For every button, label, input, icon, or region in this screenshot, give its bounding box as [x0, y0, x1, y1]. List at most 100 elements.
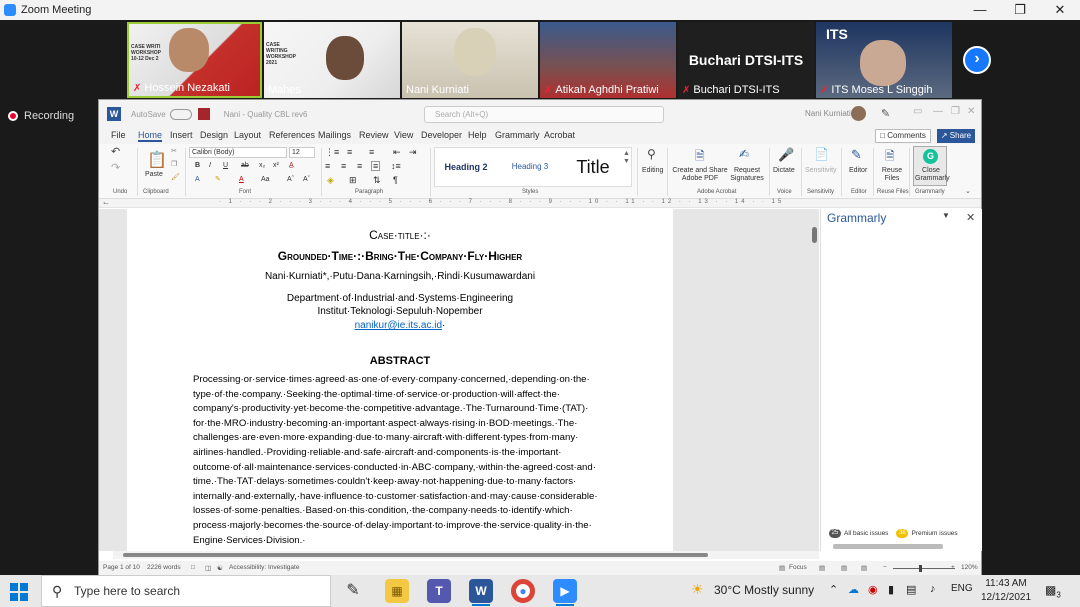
copy-icon[interactable]: ❐ — [171, 161, 177, 169]
text-predictions-icon[interactable]: ◫ — [205, 564, 211, 572]
zoom-level[interactable]: 120% — [961, 564, 978, 571]
create-share-pdf-button[interactable]: Create and Share Adobe PDF — [671, 167, 729, 183]
editing-button[interactable]: Editing — [642, 167, 663, 175]
participant-tile-moses[interactable]: ITS ✗ ITS Moses L Singgih — [816, 22, 952, 98]
word-search-box[interactable]: Search (Alt+Q) — [424, 106, 664, 123]
input-language[interactable]: ENG — [951, 583, 973, 594]
comments-button[interactable]: □ Comments — [875, 129, 931, 143]
underline-icon[interactable]: U — [223, 162, 228, 170]
shading-icon[interactable]: ◈ — [327, 176, 334, 185]
create-pdf-icon[interactable]: 🗎 — [695, 147, 705, 168]
zoom-slider[interactable] — [893, 568, 955, 569]
focus-icon[interactable]: ▤ — [779, 564, 785, 572]
taskbar-search-box[interactable]: ⚲ Type here to search — [41, 575, 331, 607]
focus-mode[interactable]: Focus — [789, 564, 807, 571]
tab-acrobat[interactable]: Acrobat — [544, 130, 575, 140]
bullets-icon[interactable]: ⋮≡ — [325, 148, 339, 157]
undo-icon[interactable]: ↶ — [111, 147, 120, 158]
word-taskbar-icon[interactable]: W — [469, 579, 493, 603]
format-painter-icon[interactable]: 🖌 — [171, 174, 180, 182]
editor-icon[interactable]: ✎ — [851, 147, 862, 163]
page-count[interactable]: Page 1 of 10 — [103, 564, 140, 571]
chevron-up-icon[interactable]: ⌃ — [829, 583, 838, 596]
reuse-files-button[interactable]: Reuse Files — [879, 167, 905, 183]
volume-icon[interactable]: ♪ — [930, 583, 936, 595]
italic-icon[interactable]: I — [209, 162, 211, 170]
zoom-slider-thumb[interactable] — [919, 565, 922, 572]
document-page[interactable]: Case·title·:· Grounded·Time·:·Bring·The·… — [127, 209, 673, 551]
teams-icon[interactable]: T — [427, 579, 451, 603]
chrome-icon[interactable]: ● — [511, 579, 535, 603]
decrease-indent-icon[interactable]: ⇤ — [393, 148, 401, 157]
close-icon[interactable]: ✕ — [966, 211, 975, 224]
styles-gallery[interactable]: Heading 2 Heading 3 Title — [434, 147, 632, 187]
email-link[interactable]: nanikur@ie.its.ac.id — [355, 320, 442, 331]
bold-icon[interactable]: B — [195, 162, 200, 170]
chevron-down-icon[interactable]: ▼ — [942, 211, 950, 220]
avatar[interactable] — [851, 106, 866, 121]
onedrive-icon[interactable]: ☁ — [848, 583, 859, 596]
vertical-scrollbar[interactable] — [812, 227, 817, 243]
borders-icon[interactable]: ⊞ — [349, 176, 357, 185]
system-clock[interactable]: 11:43 AM 12/12/2021 — [976, 577, 1036, 605]
participant-tile-mahes[interactable]: CASE WRITING WORKSHOP 2021 Mahes — [264, 22, 400, 98]
next-page-arrow-icon[interactable]: › — [963, 46, 991, 74]
participant-tile-nani[interactable]: Nani Kurniati — [402, 22, 538, 98]
align-left-icon[interactable]: ≡ — [325, 162, 330, 171]
print-layout-icon[interactable]: ▤ — [841, 564, 847, 572]
ribbon-options-icon[interactable]: ▭ — [913, 106, 922, 117]
ruler[interactable]: ⌙ · 1 · · · 2 · · · 3 · · · 4 · · · 5 · … — [99, 199, 981, 208]
accessibility-status[interactable]: Accessibility: Investigate — [229, 564, 299, 571]
pen-icon[interactable]: ✎ — [881, 107, 890, 120]
redo-icon[interactable]: ↷ — [111, 163, 120, 174]
cut-icon[interactable]: ✂ — [171, 148, 177, 156]
restore-icon[interactable]: ❐ — [951, 106, 960, 117]
battery-icon[interactable]: ▮ — [888, 583, 894, 596]
proofing-icon[interactable]: □ — [191, 564, 195, 571]
change-case-icon[interactable]: Aa — [261, 176, 270, 184]
participant-tile-atikah[interactable]: ✗ Atikah Aghdhi Pratiwi — [540, 22, 676, 98]
paste-icon[interactable]: 📋 — [147, 150, 167, 170]
sensitivity-icon[interactable]: 📄 — [814, 147, 829, 161]
subscript-icon[interactable]: x₂ — [259, 162, 265, 170]
widgets-icon[interactable]: ✎ — [341, 579, 365, 603]
close-icon[interactable]: ✕ — [967, 106, 975, 117]
text-effects-icon[interactable]: A — [195, 176, 200, 184]
sensitivity-button[interactable]: Sensitivity — [805, 167, 837, 175]
show-marks-icon[interactable]: ¶ — [393, 176, 398, 185]
tab-file[interactable]: File — [111, 130, 126, 140]
multilevel-list-icon[interactable]: ≡ — [369, 148, 374, 157]
tab-grammarly[interactable]: Grammarly — [495, 130, 540, 140]
save-icon[interactable] — [197, 108, 210, 120]
horizontal-scrollbar[interactable] — [123, 553, 708, 557]
clear-format-icon[interactable]: A̲ — [289, 162, 294, 170]
tab-references[interactable]: References — [269, 130, 315, 140]
line-spacing-icon[interactable]: ↕≡ — [391, 162, 401, 171]
grammarly-scrollbar[interactable] — [833, 544, 943, 549]
share-button[interactable]: ↗ Share — [937, 129, 975, 143]
tab-layout[interactable]: Layout — [234, 130, 261, 140]
grammarly-issues-summary[interactable]: 25 All basic issues 36 Premium issues — [829, 529, 958, 538]
style-title[interactable]: Title — [563, 148, 623, 186]
style-heading-3[interactable]: Heading 3 — [501, 148, 559, 186]
font-size-select[interactable]: 12 — [289, 147, 315, 158]
participant-tile-hossein[interactable]: CASE WRITI WORKSHOP 10-12 Dec 2 ✗ Hossein N… — [127, 22, 262, 98]
recording-indicator[interactable]: Recording — [8, 110, 74, 122]
grow-font-icon[interactable]: Aˆ — [287, 176, 294, 184]
document-area[interactable]: Case·title·:· Grounded·Time·:·Bring·The·… — [99, 209, 819, 551]
reuse-files-icon[interactable]: 🗎 — [885, 147, 895, 168]
autosave-toggle[interactable] — [169, 108, 192, 120]
tab-view[interactable]: View — [394, 130, 413, 140]
request-signatures-icon[interactable]: ✍ — [739, 147, 749, 161]
superscript-icon[interactable]: x² — [273, 162, 279, 170]
strikethrough-icon[interactable]: ab — [241, 162, 249, 170]
restore-icon[interactable]: ❐ — [1000, 0, 1040, 20]
word-count[interactable]: 2226 words — [147, 564, 181, 571]
align-right-icon[interactable]: ≡ — [357, 162, 362, 171]
zoom-out-icon[interactable]: − — [883, 564, 887, 571]
file-explorer-icon[interactable]: ▦ — [385, 579, 409, 603]
minimize-icon[interactable]: — — [960, 0, 1000, 20]
justify-icon[interactable]: ≡ — [371, 161, 381, 171]
tab-home[interactable]: Home — [138, 130, 163, 142]
weather-status[interactable]: 30°C Mostly sunny — [714, 583, 814, 597]
